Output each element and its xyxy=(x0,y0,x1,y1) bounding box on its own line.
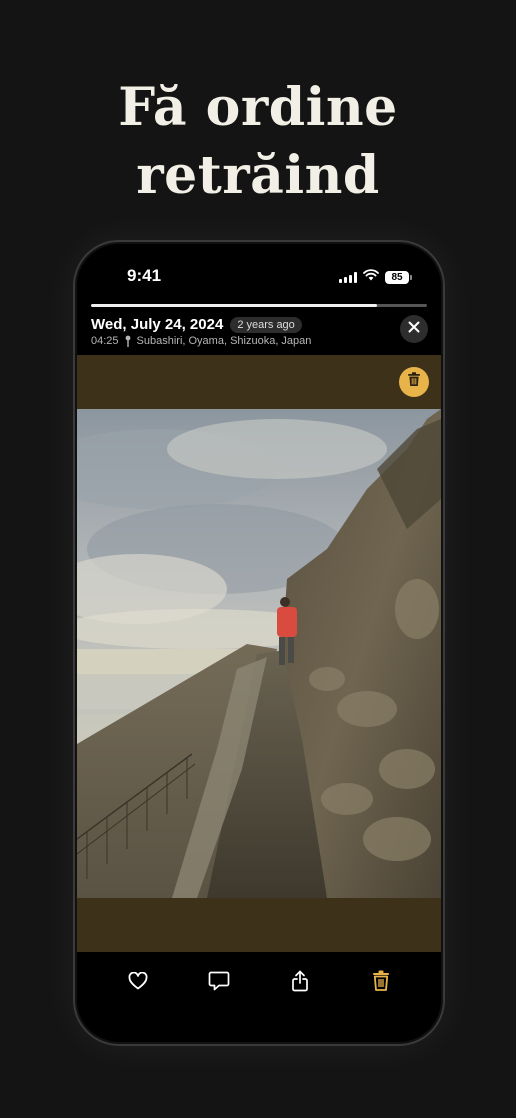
phone-frame: 9:41 85 Wed, July 24, 2024 2 years ago 0… xyxy=(73,240,445,1046)
status-bar: 9:41 85 xyxy=(75,242,443,298)
heart-icon xyxy=(128,971,148,995)
memory-toolbar xyxy=(75,960,443,1006)
time-ago-badge: 2 years ago xyxy=(230,316,302,333)
like-button[interactable] xyxy=(118,963,158,1003)
share-icon xyxy=(291,970,309,997)
status-icons: 85 xyxy=(339,268,412,286)
headline-line-2: retrăind xyxy=(136,145,380,206)
trash-icon xyxy=(407,372,421,392)
trash-icon xyxy=(372,970,390,996)
memory-date-row: Wed, July 24, 2024 2 years ago xyxy=(91,316,302,333)
signal-icon xyxy=(339,271,357,283)
memory-location[interactable]: Subashiri, Oyama, Shizuoka, Japan xyxy=(137,335,312,347)
memory-date: Wed, July 24, 2024 xyxy=(91,316,224,333)
wifi-icon xyxy=(363,268,379,286)
status-time: 9:41 xyxy=(127,266,162,285)
memory-media[interactable] xyxy=(77,355,441,952)
delete-button[interactable] xyxy=(361,963,401,1003)
memory-meta-row: 04:25 Subashiri, Oyama, Shizuoka, Japan xyxy=(91,335,311,347)
location-pin-icon xyxy=(125,335,131,347)
comment-button[interactable] xyxy=(199,963,239,1003)
battery-icon: 85 xyxy=(385,270,412,284)
headline-line-1: Fă ordine xyxy=(118,77,398,138)
story-progress-fill xyxy=(91,304,377,307)
close-icon xyxy=(408,320,420,338)
share-button[interactable] xyxy=(280,963,320,1003)
close-button[interactable] xyxy=(400,315,428,343)
mountain-trail-photo xyxy=(77,409,441,898)
delete-photo-button[interactable] xyxy=(399,367,429,397)
headline: Fă ordine retrăind xyxy=(0,74,516,210)
story-progress-bar xyxy=(91,304,427,307)
comment-icon xyxy=(208,971,230,996)
memory-time: 04:25 xyxy=(91,335,119,347)
